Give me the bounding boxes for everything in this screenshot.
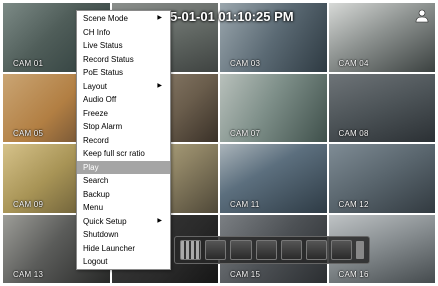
menu-item-scene-mode[interactable]: Scene Mode ▶ [77,12,170,26]
menu-item-keep-full-scr-ratio[interactable]: Keep full scr ratio [77,147,170,161]
menu-item-label: Backup [83,189,110,199]
camera-label: CAM 12 [338,199,369,209]
menu-item-label: Logout [83,257,108,266]
camera-label: CAM 08 [338,129,369,138]
launcher-layout-button[interactable] [331,240,353,260]
menu-item-label: Record [83,135,109,145]
submenu-arrow-icon: ▶ [157,15,162,21]
menu-item-label: Stop Alarm [83,122,123,131]
menu-item-layout[interactable]: Layout ▶ [77,80,170,94]
camera-label: CAM 13 [13,270,44,279]
camera-label: CAM 03 [230,58,261,68]
camera-label: CAM 04 [338,58,369,68]
menu-item-label: Layout [83,81,108,91]
menu-item-record[interactable]: Record [77,134,170,148]
menu-item-logout[interactable]: Logout [77,255,170,269]
launcher-layout-button[interactable] [230,240,252,260]
menu-item-label: Live Status [83,41,123,50]
camera-label: CAM 16 [338,270,369,279]
camera-tile[interactable]: CAM 08 [328,73,435,142]
launcher-layout-button[interactable] [255,240,277,260]
menu-item-backup[interactable]: Backup [77,188,170,202]
menu-item-label: Keep full scr ratio [83,149,145,158]
menu-item-label: Hide Launcher [83,243,136,253]
submenu-arrow-icon: ▶ [157,217,162,224]
camera-label: CAM 09 [13,199,44,209]
camera-tile[interactable]: CAM 11 [220,144,327,213]
context-menu: Scene Mode ▶ CH Info Live Status Record Stat… [76,10,171,270]
menu-item-record-status[interactable]: Record Status [77,53,170,67]
menu-item-play[interactable]: Play [77,160,170,174]
menu-item-label: Play [83,162,99,172]
camera-label: CAM 07 [230,129,261,138]
menu-item-label: PoE Status [83,68,124,77]
menu-item-search[interactable]: Search [77,174,170,188]
menu-item-label: Audio Off [83,95,117,104]
menu-item-menu[interactable]: Menu [77,201,170,215]
camera-tile[interactable]: CAM 07 [220,73,327,142]
submenu-arrow-icon: ▶ [157,82,162,89]
menu-item-audio-off[interactable]: Audio Off [77,93,170,107]
menu-item-shutdown[interactable]: Shutdown [77,228,170,242]
menu-item-label: Shutdown [83,230,119,239]
menu-item-label: CH Info [83,27,111,37]
menu-item-label: Search [83,176,109,185]
launcher-layout-button[interactable] [205,240,227,260]
camera-tile[interactable]: CAM 12 [328,144,435,213]
launcher-layout-button[interactable] [280,240,302,260]
camera-label: CAM 15 [230,270,261,279]
menu-item-ch-info[interactable]: CH Info [77,26,170,40]
menu-item-poe-status[interactable]: PoE Status [77,66,170,80]
launcher-bar [174,236,370,264]
user-icon[interactable] [414,9,430,23]
menu-item-label: Freeze [83,108,108,118]
menu-item-label: Scene Mode [83,14,128,23]
menu-item-label: Menu [83,203,104,212]
menu-item-label: Quick Setup [83,216,127,226]
launcher-layout-button[interactable] [305,240,328,260]
menu-item-hide-launcher[interactable]: Hide Launcher [77,242,170,256]
menu-item-stop-alarm[interactable]: Stop Alarm [77,120,170,134]
menu-item-freeze[interactable]: Freeze [77,107,170,121]
launcher-handle[interactable] [356,241,364,259]
live-timestamp: 5-01-01 01:10:25 PM [170,9,294,24]
camera-label: CAM 01 [13,58,44,68]
menu-item-label: Record Status [83,54,134,64]
menu-item-quick-setup[interactable]: Quick Setup ▶ [77,215,170,229]
launcher-grid-button[interactable] [180,240,202,260]
camera-label: CAM 05 [13,129,44,138]
camera-label: CAM 11 [230,199,260,209]
menu-item-live-status[interactable]: Live Status [77,39,170,53]
